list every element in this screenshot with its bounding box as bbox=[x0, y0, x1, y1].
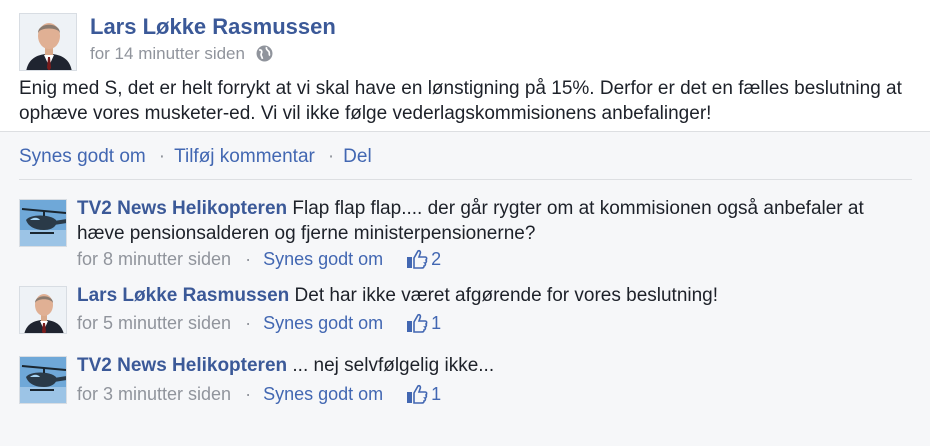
comment-text: Det har ikke været afgørende for vores b… bbox=[294, 285, 719, 306]
separator: · bbox=[245, 313, 252, 333]
comment-body: TV2 News Helikopteren ... nej selvfølgel… bbox=[77, 354, 912, 379]
thumbs-up-icon bbox=[407, 384, 428, 404]
like-count[interactable]: 1 bbox=[406, 313, 441, 333]
comment-meta: for 3 minutter siden · Synes godt om 1 bbox=[77, 384, 441, 405]
avatar[interactable] bbox=[19, 356, 67, 404]
comment-text: ... nej selvfølgelig ikke... bbox=[292, 355, 495, 376]
post-author-name[interactable]: Lars Løkke Rasmussen bbox=[90, 14, 336, 40]
globe-icon[interactable] bbox=[256, 45, 273, 62]
post-message: Enig med S, det er helt forrykt at vi sk… bbox=[19, 78, 902, 124]
separator: · bbox=[158, 146, 166, 167]
action-bar: Synes godt om · Tilføj kommentar · Del bbox=[19, 146, 372, 168]
comment-time[interactable]: for 5 minutter siden bbox=[77, 313, 231, 333]
separator: · bbox=[327, 146, 335, 167]
comment-meta: for 8 minutter siden · Synes godt om 2 bbox=[77, 249, 441, 270]
avatar[interactable] bbox=[19, 13, 77, 71]
comment-author[interactable]: TV2 News Helikopteren bbox=[77, 198, 287, 219]
comment-meta: for 5 minutter siden · Synes godt om 1 bbox=[77, 313, 441, 334]
separator: · bbox=[245, 384, 252, 404]
share-button[interactable]: Del bbox=[343, 146, 372, 167]
comment-body: Lars Løkke Rasmussen Det har ikke været … bbox=[77, 284, 912, 309]
facebook-post: Lars Løkke Rasmussen for 14 minutter sid… bbox=[0, 0, 930, 446]
comment-like-button[interactable]: Synes godt om bbox=[263, 313, 383, 333]
post-footer: Synes godt om · Tilføj kommentar · Del TV2 N… bbox=[0, 131, 930, 446]
comment-like-button[interactable]: Synes godt om bbox=[263, 249, 383, 269]
post-time-text[interactable]: for 14 minutter siden bbox=[90, 44, 245, 63]
like-count[interactable]: 2 bbox=[406, 249, 441, 269]
comment-time[interactable]: for 8 minutter siden bbox=[77, 249, 231, 269]
add-comment-button[interactable]: Tilføj kommentar bbox=[174, 146, 315, 167]
comment-like-button[interactable]: Synes godt om bbox=[263, 384, 383, 404]
helicopter-avatar-icon bbox=[20, 357, 66, 403]
like-count-value: 2 bbox=[431, 249, 442, 269]
comment-author[interactable]: TV2 News Helikopteren bbox=[77, 355, 287, 376]
thumbs-up-icon bbox=[407, 249, 428, 269]
like-count[interactable]: 1 bbox=[406, 384, 441, 404]
comment-time[interactable]: for 3 minutter siden bbox=[77, 384, 231, 404]
like-count-value: 1 bbox=[431, 384, 442, 404]
person-avatar-icon bbox=[20, 14, 76, 70]
avatar[interactable] bbox=[19, 286, 67, 334]
post-timestamp: for 14 minutter siden bbox=[90, 44, 273, 64]
avatar[interactable] bbox=[19, 199, 67, 247]
person-avatar-icon bbox=[20, 287, 66, 333]
helicopter-avatar-icon bbox=[20, 200, 66, 246]
comment-author[interactable]: Lars Løkke Rasmussen bbox=[77, 285, 289, 306]
like-button[interactable]: Synes godt om bbox=[19, 146, 146, 167]
thumbs-up-icon bbox=[407, 313, 428, 333]
separator: · bbox=[245, 249, 252, 269]
comment-body: TV2 News Helikopteren Flap flap flap....… bbox=[77, 197, 912, 246]
divider bbox=[19, 179, 912, 180]
like-count-value: 1 bbox=[431, 313, 442, 333]
